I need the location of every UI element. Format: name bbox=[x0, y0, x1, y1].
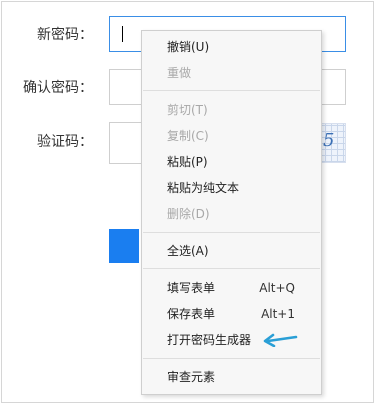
captcha-char: 5 bbox=[323, 130, 335, 151]
menu-item-undo[interactable]: 撤销(U) bbox=[167, 36, 313, 58]
confirm-password-label: 确认密码： bbox=[23, 80, 93, 96]
menu-item-label: 保存表单 bbox=[167, 307, 216, 321]
pointer-arrow-icon bbox=[263, 333, 298, 347]
menu-item-cut[interactable]: 剪切(T) bbox=[167, 99, 313, 121]
menu-item-select-all[interactable]: 全选(A) bbox=[167, 240, 313, 262]
menu-separator bbox=[143, 268, 320, 269]
menu-separator bbox=[143, 358, 320, 359]
menu-item-redo[interactable]: 重做 bbox=[167, 62, 313, 84]
text-caret bbox=[122, 26, 123, 42]
submit-button[interactable] bbox=[109, 229, 139, 263]
menu-item-inspect-element[interactable]: 审查元素 bbox=[167, 366, 313, 388]
menu-item-paste[interactable]: 粘贴(P) bbox=[167, 151, 313, 173]
menu-item-shortcut: Alt+1 bbox=[261, 307, 295, 321]
menu-item-delete[interactable]: 删除(D) bbox=[167, 203, 313, 225]
menu-item-shortcut: Alt+Q bbox=[259, 281, 295, 295]
menu-item-save-form[interactable]: 保存表单 Alt+1 bbox=[167, 303, 313, 325]
menu-separator bbox=[143, 232, 320, 233]
menu-item-label: 填写表单 bbox=[167, 281, 216, 295]
captcha-label: 验证码： bbox=[37, 134, 93, 150]
captcha-input[interactable] bbox=[109, 122, 143, 164]
menu-item-copy[interactable]: 复制(C) bbox=[167, 125, 313, 147]
captcha-image[interactable]: 5 bbox=[318, 123, 346, 163]
menu-item-fill-form[interactable]: 填写表单 Alt+Q bbox=[167, 277, 313, 299]
menu-separator bbox=[143, 90, 320, 91]
menu-item-paste-plain-text[interactable]: 粘贴为纯文本 bbox=[167, 177, 313, 199]
new-password-label: 新密码： bbox=[37, 27, 93, 43]
